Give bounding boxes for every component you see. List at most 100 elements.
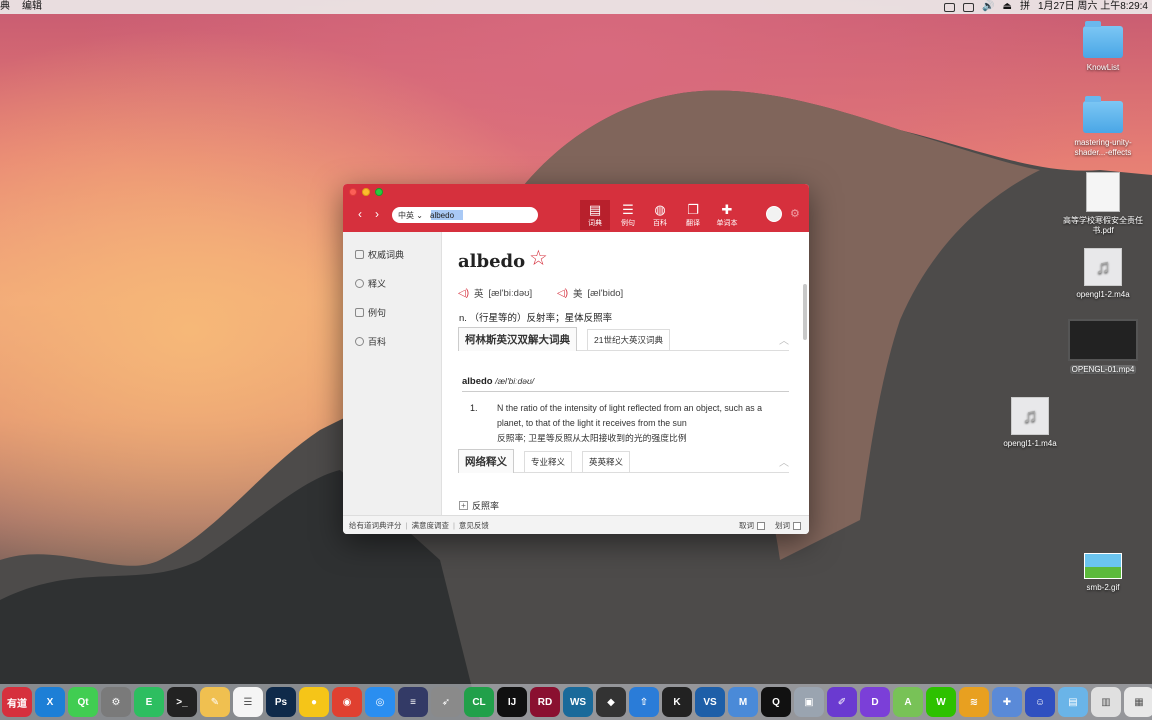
us-pronunciation[interactable]: ◁) 美 [æl'bido] (557, 286, 623, 301)
dock-app-icon[interactable]: ✎ (200, 687, 230, 717)
desktop-icon-mastering-unity[interactable]: mastering-unity-shader...-effects (1063, 96, 1143, 158)
tab-21st-century[interactable]: 21世纪大英汉词典 (587, 328, 670, 350)
dock-app-icon[interactable]: 有道 (2, 687, 32, 717)
dock-app-icon[interactable]: ▤ (1058, 687, 1088, 717)
window-titlebar: ‹ › 中英 ⌄ ▤ 词典 ☰ 例句 ◍ 百科 ❐ 翻译 ✚ 单词本 ⚙ (343, 184, 809, 232)
status-icon[interactable] (963, 2, 975, 12)
dock-app-icon[interactable]: A (893, 687, 923, 717)
desktop-icon-smb-2-gif[interactable]: smb-2.gif (1063, 553, 1143, 593)
dock-app-icon[interactable]: D (860, 687, 890, 717)
input-method-icon[interactable]: 拼 (1020, 0, 1030, 14)
search-input[interactable] (428, 209, 528, 221)
menu-app-name[interactable]: 典 (0, 0, 10, 14)
clock[interactable]: 1月27日 周六 上午8:29:4 (1038, 0, 1148, 14)
tab-translate[interactable]: ❐ 翻译 (678, 202, 708, 228)
dock-app-icon[interactable]: ▣ (794, 687, 824, 717)
desktop-icon-pdf[interactable]: 高等学校寒假安全责任书.pdf (1063, 172, 1143, 236)
wifi-icon[interactable]: ⏏ (1003, 0, 1012, 14)
tab-examples[interactable]: ☰ 例句 (613, 202, 643, 228)
desktop-icon-opengl-01-mp4[interactable]: OPENGL-01.mp4 (1063, 319, 1143, 375)
dock-app-icon[interactable]: ≡ (398, 687, 428, 717)
speaker-icon[interactable]: ◁) (458, 288, 469, 299)
tab-english-definition[interactable]: 英英释义 (582, 450, 631, 472)
dock-app-icon[interactable]: Ps (266, 687, 296, 717)
collapse-icon[interactable]: ︿ (779, 332, 789, 347)
window-controls (349, 188, 383, 196)
avatar[interactable] (766, 206, 782, 222)
feedback-link[interactable]: 意见反馈 (459, 520, 489, 531)
dock-app-icon[interactable]: CL (464, 687, 494, 717)
speaker-icon[interactable]: ◁) (557, 288, 568, 299)
dock-app-icon[interactable]: ☰ (233, 687, 263, 717)
back-button[interactable]: ‹ (358, 208, 362, 220)
dock-app-icon[interactable]: ≋ (959, 687, 989, 717)
tab-encyclopedia[interactable]: ◍ 百科 (645, 202, 675, 228)
dock-app-icon[interactable]: ▦ (1124, 687, 1152, 717)
dock-app-icon[interactable]: ➶ (431, 687, 461, 717)
dock-app-icon[interactable]: W (926, 687, 956, 717)
uk-pronunciation[interactable]: ◁) 英 [æl'biːdəʊ] (458, 286, 532, 301)
sidebar: 权威词典 释义 例句 百科 (343, 232, 442, 515)
search-box[interactable]: 中英 ⌄ (392, 207, 538, 223)
menu-edit[interactable]: 编辑 (22, 0, 42, 14)
dock-app-icon[interactable]: ✚ (992, 687, 1022, 717)
dock-app-icon[interactable]: ◎ (365, 687, 395, 717)
dock-app-icon[interactable]: K (662, 687, 692, 717)
book-icon: ▤ (588, 202, 602, 217)
dock-app-icon[interactable]: VS (695, 687, 725, 717)
forward-button[interactable]: › (375, 208, 379, 220)
tab-collins[interactable]: 柯林斯英汉双解大词典 (458, 327, 577, 351)
collins-headword: albedo /æl'biːdəʊ/ (462, 376, 535, 387)
web-definition-item[interactable]: + 反照率 (459, 499, 499, 512)
dock-app-icon[interactable]: E (134, 687, 164, 717)
dock-app-icon[interactable]: ▥ (1091, 687, 1121, 717)
minimize-button[interactable] (362, 188, 370, 196)
dock-app-icon[interactable]: ☺ (1025, 687, 1055, 717)
zoom-button[interactable] (375, 188, 383, 196)
dock-app-icon[interactable]: IJ (497, 687, 527, 717)
dock-app-icon[interactable]: Qt (68, 687, 98, 717)
dock-app-icon[interactable]: WS (563, 687, 593, 717)
survey-link[interactable]: 满意度调查 (411, 520, 449, 531)
screen-record-icon[interactable] (944, 2, 956, 12)
dock-app-icon[interactable]: M (728, 687, 758, 717)
star-icon[interactable]: ☆ (529, 248, 548, 270)
checkbox[interactable] (757, 521, 765, 530)
pick-word-toggle[interactable]: 取词 (739, 520, 765, 531)
gear-icon[interactable]: ⚙ (790, 207, 800, 220)
select-word-toggle[interactable]: 划词 (775, 520, 801, 531)
folder-icon (1083, 96, 1123, 133)
sidebar-item-authority-dict[interactable]: 权威词典 (343, 240, 441, 269)
tab-wordbook[interactable]: ✚ 单词本 (712, 202, 742, 228)
dock-app-icon[interactable]: X (35, 687, 65, 717)
dock-app-icon[interactable]: ✐ (827, 687, 857, 717)
sidebar-item-examples[interactable]: 例句 (343, 298, 441, 327)
dock: 有道 X Qt ⚙ E >_ ✎ ☰ Ps ● ◉ ◎ ≡ ➶ CL IJ RD WS ◆ ⇧ K VS M Q ▣ ✐ D A W ≋ ✚… (0, 684, 1152, 720)
close-button[interactable] (349, 188, 357, 196)
rate-link[interactable]: 给有道词典评分 (349, 520, 402, 531)
dock-app-icon[interactable]: ● (299, 687, 329, 717)
dock-app-icon[interactable]: ⚙ (101, 687, 131, 717)
dock-app-icon[interactable]: Q (761, 687, 791, 717)
tab-professional-definition[interactable]: 专业释义 (524, 450, 573, 472)
desktop-icon-opengl1-2[interactable]: ♫ opengl1-2.m4a (1063, 248, 1143, 300)
volume-icon[interactable]: 🔊 (982, 0, 994, 14)
desktop-icon-knowlist[interactable]: KnowList (1063, 21, 1143, 73)
checkbox[interactable] (793, 521, 801, 530)
expand-icon[interactable]: + (459, 501, 468, 510)
sidebar-item-definition[interactable]: 释义 (343, 269, 441, 298)
dock-app-icon[interactable]: ◆ (596, 687, 626, 717)
tab-dictionary[interactable]: ▤ 词典 (580, 200, 610, 230)
status-bar: 给有道词典评分 | 满意度调查 | 意见反馈 取词 划词 (343, 515, 809, 534)
web-definition-tabs: 网络释义 专业释义 英英释义 ︿ (458, 449, 789, 473)
desktop-icon-opengl1-1[interactable]: ♫ opengl1-1.m4a (990, 397, 1070, 449)
dock-app-icon[interactable]: ◉ (332, 687, 362, 717)
dock-app-icon[interactable]: >_ (167, 687, 197, 717)
scrollbar[interactable] (803, 284, 807, 340)
tab-web-definition[interactable]: 网络释义 (458, 449, 514, 473)
language-select[interactable]: 中英 ⌄ (392, 210, 428, 221)
dock-app-icon[interactable]: ⇧ (629, 687, 659, 717)
sidebar-item-encyclopedia[interactable]: 百科 (343, 327, 441, 356)
dock-app-icon[interactable]: RD (530, 687, 560, 717)
collapse-icon[interactable]: ︿ (779, 454, 789, 469)
